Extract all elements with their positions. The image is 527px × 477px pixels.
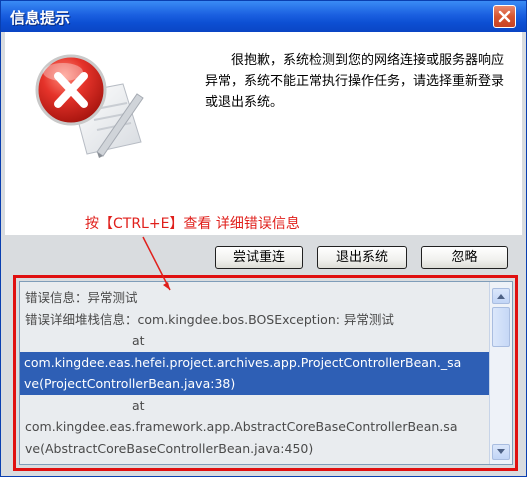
close-button[interactable] [493,5,516,28]
message-area: 很抱歉，系统检测到您的网络连接或服务器响应异常，系统不能正常执行操作任务，请选择… [5,32,522,235]
close-icon [498,10,511,23]
dialog-title: 信息提示 [10,9,71,27]
error-message: 很抱歉，系统检测到您的网络连接或服务器响应异常，系统不能正常执行操作任务，请选择… [205,53,505,110]
ignore-button[interactable]: 忽略 [421,246,508,269]
highlight-frame [13,275,518,471]
exit-system-button[interactable]: 退出系统 [317,246,407,269]
title-bar[interactable]: 信息提示 [1,1,526,32]
ctrl-e-hint: 按【CTRL+E】查看 详细错误信息 [85,216,300,232]
retry-button[interactable]: 尝试重连 [215,246,303,269]
message-dialog: 信息提示 很抱歉，系统检测到您的网络连接或服务器响应异常，系统不能正常执行操作任… [0,0,527,477]
error-x-icon [35,54,144,158]
